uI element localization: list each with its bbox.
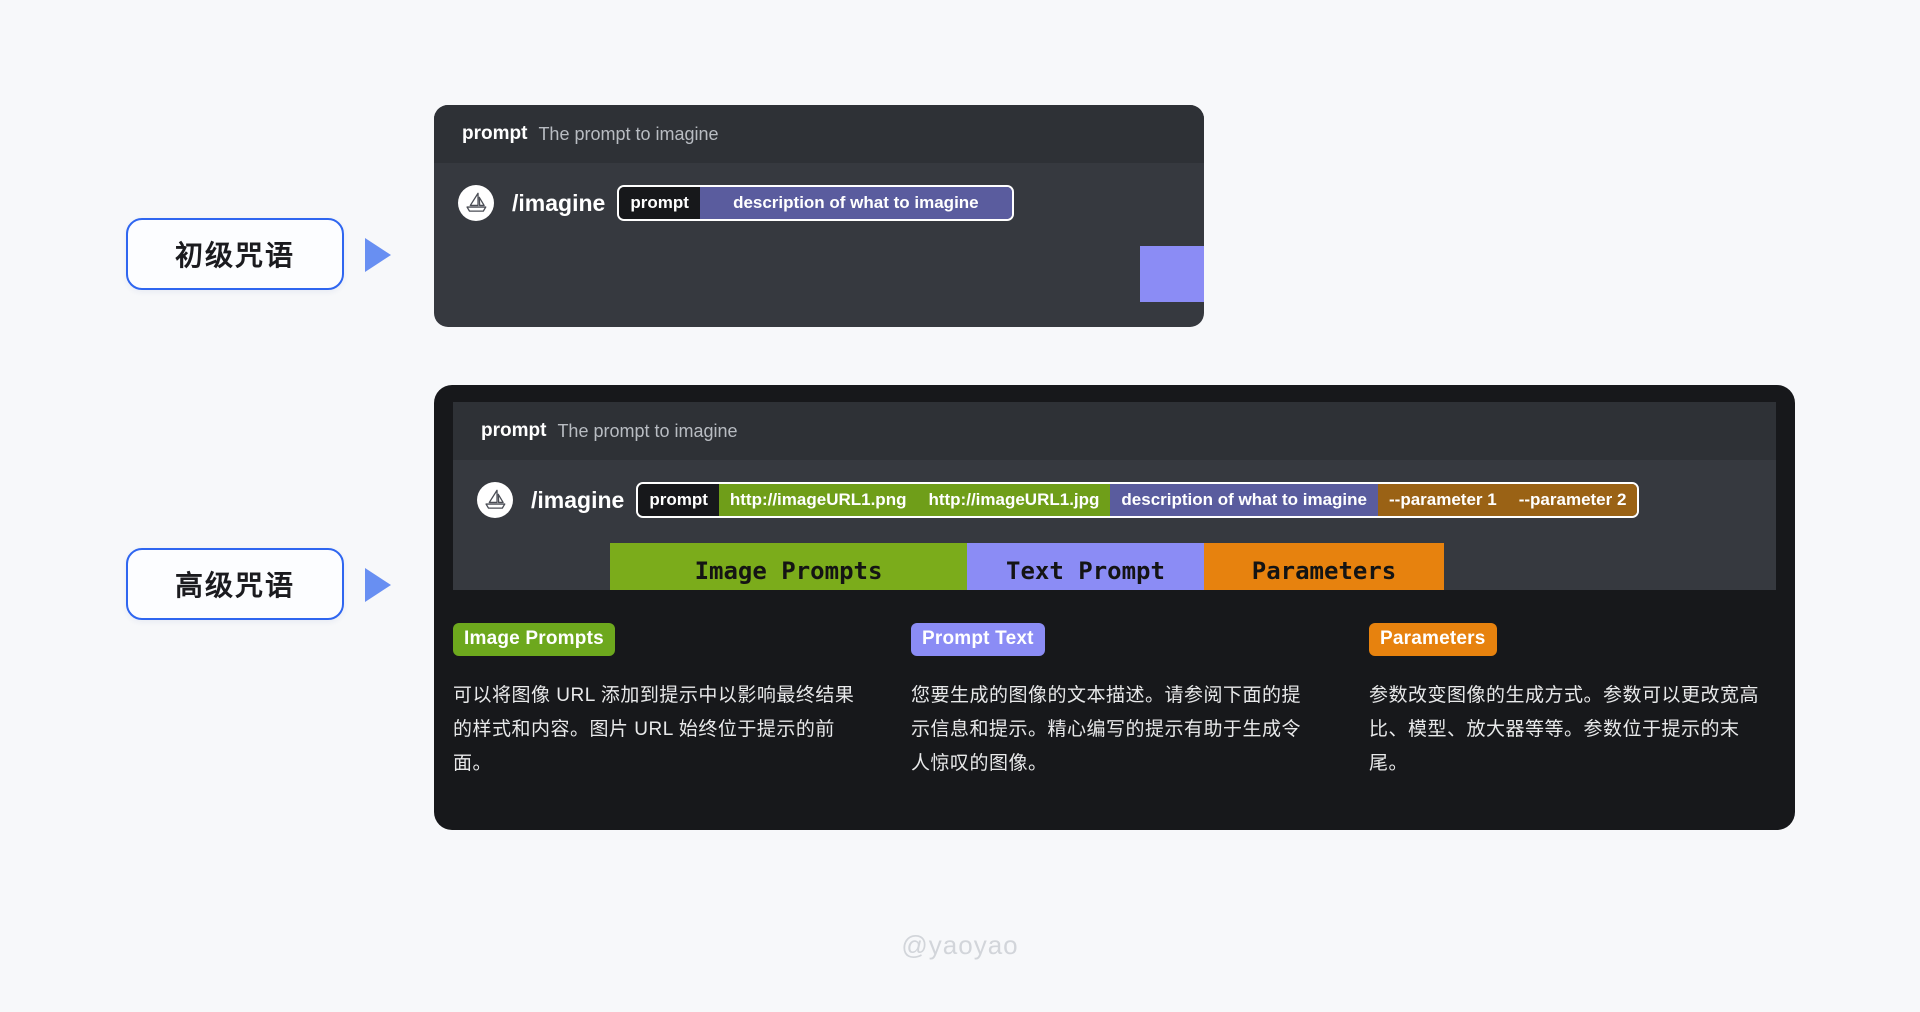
basic-legend-row: Text Prompt [1140, 246, 1204, 302]
arrow-right-icon-basic [365, 238, 391, 272]
advanced-header-param-name: prompt [481, 420, 547, 441]
advanced-card-inner-panel: prompt The prompt to imagine /imagine pr… [453, 402, 1776, 590]
description-column-image-prompts: Image Prompts 可以将图像 URL 添加到提示中以影响最终结果的样式… [453, 623, 858, 800]
description-column-parameters: Parameters 参数改变图像的生成方式。参数可以更改宽高比、模型、放大器等… [1369, 623, 1774, 800]
label-advanced-incantation-text: 高级咒语 [174, 570, 295, 601]
basic-header-param-name: prompt [462, 123, 528, 144]
midjourney-sailboat-icon [477, 482, 513, 518]
basic-command-capsule[interactable]: prompt description of what to imagine [617, 185, 1014, 221]
basic-command-name: /imagine [512, 189, 606, 216]
basic-command-card: prompt The prompt to imagine /imagine pr… [434, 105, 1204, 327]
basic-card-body: /imagine prompt description of what to i… [434, 163, 1204, 302]
advanced-legend-text-prompt: Text Prompt [967, 543, 1204, 590]
advanced-card-header: prompt The prompt to imagine [453, 402, 1776, 460]
badge-image-prompts: Image Prompts [453, 623, 615, 656]
watermark: @yaoyao [901, 930, 1019, 960]
description-text-prompt-text: 您要生成的图像的文本描述。请参阅下面的提示信息和提示。精心编写的提示有助于生成令… [911, 685, 1302, 774]
advanced-card-body: /imagine prompt http://imageURL1.png htt… [453, 460, 1776, 590]
advanced-legend-parameters: Parameters [1204, 543, 1444, 590]
advanced-legend-image-prompts: Image Prompts [610, 543, 967, 590]
advanced-command-name: /imagine [531, 486, 625, 513]
advanced-segment-image-url-jpg[interactable]: http://imageURL1.jpg [917, 484, 1111, 516]
advanced-command-capsule[interactable]: prompt http://imageURL1.png http://image… [636, 482, 1640, 518]
advanced-header-param-desc: The prompt to imagine [557, 420, 738, 441]
description-column-prompt-text: Prompt Text 您要生成的图像的文本描述。请参阅下面的提示信息和提示。精… [911, 623, 1316, 800]
basic-segment-text-prompt[interactable]: description of what to imagine [699, 187, 1012, 219]
advanced-command-card: prompt The prompt to imagine /imagine pr… [434, 385, 1795, 830]
description-text-image-prompts: 可以将图像 URL 添加到提示中以影响最终结果的样式和内容。图片 URL 始终位… [453, 685, 855, 774]
label-advanced-incantation: 高级咒语 [126, 548, 344, 620]
advanced-legend-row: Image Prompts Text Prompt Parameters [610, 543, 1444, 590]
label-basic-incantation: 初级咒语 [126, 218, 344, 290]
label-basic-incantation-text: 初级咒语 [174, 240, 295, 271]
basic-command-row: /imagine prompt description of what to i… [434, 185, 1204, 221]
basic-legend-text-prompt: Text Prompt [1140, 246, 1204, 302]
midjourney-sailboat-icon [458, 185, 494, 221]
advanced-segment-prompt[interactable]: prompt [638, 484, 719, 516]
advanced-description-columns: Image Prompts 可以将图像 URL 添加到提示中以影响最终结果的样式… [453, 623, 1776, 800]
basic-header-param-desc: The prompt to imagine [538, 123, 719, 144]
arrow-right-icon-advanced [365, 568, 391, 602]
advanced-segment-parameter-1[interactable]: --parameter 1 [1378, 484, 1508, 516]
badge-parameters: Parameters [1369, 623, 1497, 656]
badge-prompt-text: Prompt Text [911, 623, 1045, 656]
advanced-segment-text-prompt[interactable]: description of what to imagine [1110, 484, 1378, 516]
basic-segment-prompt[interactable]: prompt [619, 187, 700, 219]
basic-card-header: prompt The prompt to imagine [434, 105, 1204, 163]
advanced-segment-parameter-2[interactable]: --parameter 2 [1507, 484, 1638, 516]
advanced-command-row: /imagine prompt http://imageURL1.png htt… [453, 482, 1776, 518]
description-text-parameters: 参数改变图像的生成方式。参数可以更改宽高比、模型、放大器等等。参数位于提示的末尾… [1369, 685, 1760, 774]
advanced-segment-image-url-png[interactable]: http://imageURL1.png [718, 484, 918, 516]
